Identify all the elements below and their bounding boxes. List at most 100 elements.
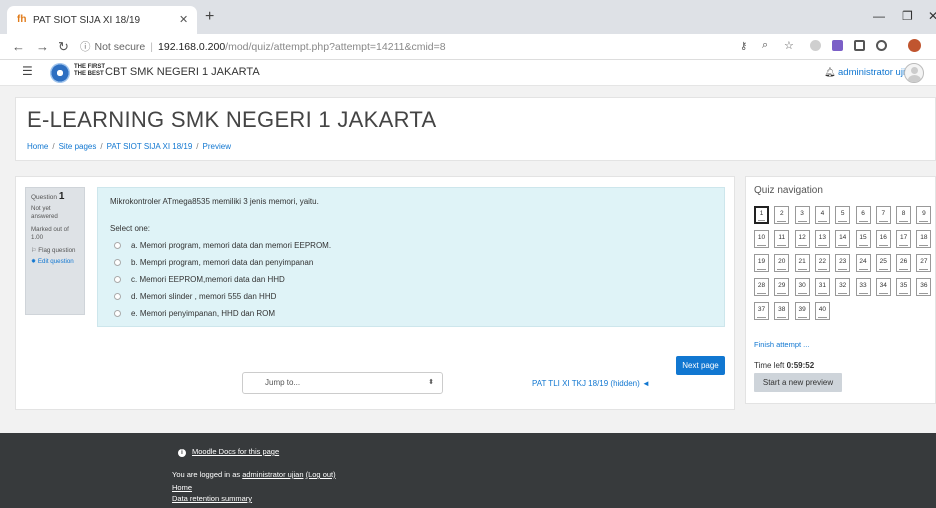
jump-to-value: Jump to... (265, 378, 301, 387)
question-nav-button[interactable]: 38 (774, 302, 790, 320)
extension-icon[interactable] (810, 40, 821, 51)
question-nav-button[interactable]: 36 (916, 278, 932, 296)
answer-option-d[interactable]: d. Memori slinder , memori 555 dan HHD (114, 292, 276, 301)
key-icon[interactable]: ⚷ (740, 41, 747, 52)
next-page-button[interactable]: Next page (676, 356, 725, 375)
avatar[interactable] (904, 63, 924, 83)
breadcrumb-quiz[interactable]: PAT SIOT SIJA XI 18/19 (107, 142, 193, 151)
question-nav-button[interactable]: 14 (835, 230, 851, 248)
start-new-preview-button[interactable]: Start a new preview (754, 373, 842, 392)
new-tab-icon[interactable]: + (205, 8, 214, 26)
question-nav-button[interactable]: 12 (794, 230, 810, 248)
question-nav-button[interactable]: 26 (896, 254, 912, 272)
flag-question[interactable]: ⚐ Flag question (31, 247, 79, 255)
info-icon[interactable]: ⓘ (80, 41, 91, 53)
question-nav-button[interactable]: 23 (835, 254, 851, 272)
edit-question[interactable]: ✸ Edit question (31, 258, 79, 266)
browser-tab[interactable]: fh PAT SIOT SIJA XI 18/19 ✕ (7, 6, 197, 34)
question-nav-button[interactable]: 24 (855, 254, 871, 272)
question-nav-button[interactable]: 6 (855, 206, 871, 224)
question-nav-button[interactable]: 9 (916, 206, 932, 224)
question-nav-button[interactable]: 28 (754, 278, 769, 296)
login-info: You are logged in as administrator ujian… (172, 470, 336, 479)
close-window-icon[interactable]: ✕ (928, 9, 936, 23)
school-logo[interactable] (50, 63, 70, 83)
question-nav-button[interactable]: 11 (774, 230, 790, 248)
question-nav-button[interactable]: 40 (814, 302, 830, 320)
question-nav-button[interactable]: 31 (814, 278, 830, 296)
site-brand[interactable]: CBT SMK NEGERI 1 JAKARTA (105, 66, 260, 78)
question-nav-button[interactable]: 22 (814, 254, 830, 272)
question-nav-button[interactable]: 21 (794, 254, 810, 272)
question-nav-button[interactable]: 29 (774, 278, 790, 296)
profile-link[interactable]: administrator ujian (242, 470, 303, 479)
jump-to-select[interactable]: Jump to... ⬍ (242, 372, 443, 394)
answer-option-label[interactable]: a. Memori program, memori data dan memor… (131, 241, 331, 250)
answer-option-a[interactable]: a. Memori program, memori data dan memor… (114, 241, 331, 250)
question-nav-button[interactable]: 18 (916, 230, 932, 248)
question-nav-button[interactable]: 5 (835, 206, 851, 224)
extension-icon[interactable] (854, 40, 865, 51)
question-nav-button[interactable]: 20 (774, 254, 790, 272)
minimize-icon[interactable]: — (873, 9, 885, 23)
question-nav-button[interactable]: 25 (875, 254, 891, 272)
question-nav-button[interactable]: 3 (794, 206, 810, 224)
url-host: 192.168.0.200 (158, 41, 226, 53)
question-nav-button[interactable]: 4 (814, 206, 830, 224)
question-nav-button[interactable]: 15 (855, 230, 871, 248)
footer-home-link[interactable]: Home (172, 483, 192, 492)
question-nav-button[interactable]: 37 (754, 302, 769, 320)
answer-option-label[interactable]: d. Memori slinder , memori 555 dan HHD (131, 292, 276, 301)
question-nav-button[interactable]: 16 (875, 230, 891, 248)
bookmark-star-icon[interactable]: ☆ (784, 39, 794, 52)
question-nav-button[interactable]: 19 (754, 254, 769, 272)
question-nav-button[interactable]: 39 (794, 302, 810, 320)
answer-option-label[interactable]: c. Memori EEPROM,memori data dan HHD (131, 275, 285, 284)
question-nav-button[interactable]: 10 (754, 230, 769, 248)
breadcrumb-site-pages[interactable]: Site pages (59, 142, 97, 151)
breadcrumb-home[interactable]: Home (27, 142, 48, 151)
question-nav-button[interactable]: 30 (794, 278, 810, 296)
profile-icon[interactable] (908, 39, 921, 52)
url-field[interactable]: ⓘ Not secure | 192.168.0.200/mod/quiz/attem… (80, 38, 730, 56)
zoom-icon[interactable]: ⌕ (762, 39, 768, 52)
radio-button[interactable] (114, 276, 121, 283)
breadcrumb-preview[interactable]: Preview (203, 142, 231, 151)
question-nav-button[interactable]: 2 (774, 206, 790, 224)
finish-attempt-link[interactable]: Finish attempt ... (754, 340, 809, 349)
answer-option-b[interactable]: b. Mempri program, memori data dan penyi… (114, 258, 313, 267)
question-nav-button[interactable]: 34 (875, 278, 891, 296)
radio-button[interactable] (114, 310, 121, 317)
question-nav-button[interactable]: 32 (835, 278, 851, 296)
login-info-text: You are logged in as (172, 470, 241, 479)
answer-option-label[interactable]: e. Memori penyimpanan, HHD dan ROM (131, 309, 275, 318)
menu-icon[interactable]: ☰ (22, 64, 33, 78)
extension-icon[interactable] (832, 40, 843, 51)
question-nav-button[interactable]: 35 (896, 278, 912, 296)
moodle-docs-label[interactable]: Moodle Docs for this page (192, 447, 279, 456)
answer-option-e[interactable]: e. Memori penyimpanan, HHD dan ROM (114, 309, 275, 318)
question-nav-button[interactable]: 8 (896, 206, 912, 224)
radio-button[interactable] (114, 259, 121, 266)
close-tab-icon[interactable]: ✕ (179, 13, 188, 26)
question-nav-button[interactable]: 33 (855, 278, 871, 296)
extension-icon[interactable] (876, 40, 887, 51)
restore-icon[interactable]: ❐ (902, 9, 913, 23)
data-retention-link[interactable]: Data retention summary (172, 494, 252, 503)
logout-link[interactable]: (Log out) (306, 470, 336, 479)
radio-button[interactable] (114, 293, 121, 300)
reload-icon[interactable]: ↻ (58, 39, 69, 55)
back-icon[interactable]: ← (12, 39, 25, 54)
radio-button[interactable] (114, 242, 121, 249)
forward-icon[interactable]: → (36, 39, 49, 54)
question-nav-button[interactable]: 17 (896, 230, 912, 248)
answer-option-label[interactable]: b. Mempri program, memori data dan penyi… (131, 258, 313, 267)
previous-activity-link[interactable]: PAT TLI XI TKJ 18/19 (hidden) ◄ (532, 379, 650, 388)
answer-option-c[interactable]: c. Memori EEPROM,memori data dan HHD (114, 275, 285, 284)
question-nav-button[interactable]: 7 (875, 206, 891, 224)
notification-bell-icon[interactable]: 🔔︎ (824, 67, 835, 78)
question-nav-button[interactable]: 1 (754, 206, 769, 224)
moodle-docs-link[interactable]: i Moodle Docs for this page (178, 447, 279, 457)
question-nav-button[interactable]: 27 (916, 254, 932, 272)
question-nav-button[interactable]: 13 (814, 230, 830, 248)
